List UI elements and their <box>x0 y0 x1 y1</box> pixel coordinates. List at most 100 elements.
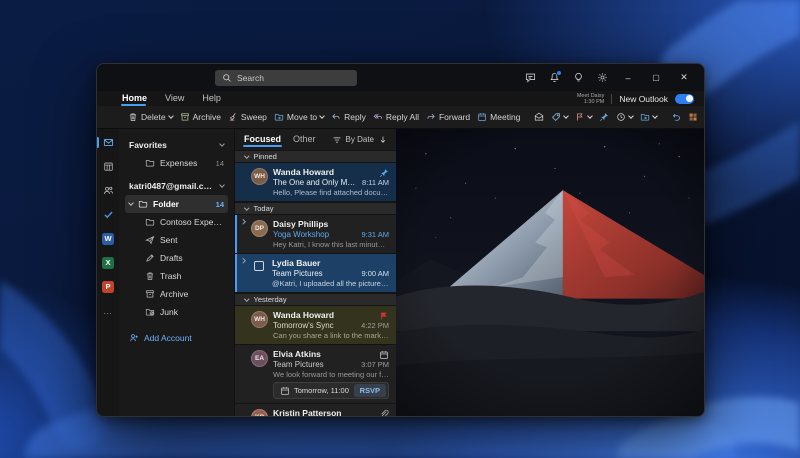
chevron-right-icon <box>240 258 245 263</box>
person-add-icon <box>129 333 139 343</box>
sweep-button[interactable]: Sweep <box>228 112 267 122</box>
folder-icon <box>138 199 148 209</box>
folder-item-junk[interactable]: Junk <box>125 303 228 321</box>
read-unread-button[interactable] <box>534 112 544 122</box>
mail-open-icon <box>534 112 544 122</box>
sender-name: Kristin Patterson <box>273 408 389 416</box>
rules-button[interactable] <box>640 112 657 122</box>
message-row-kristin[interactable]: KP Kristin Patterson <box>235 404 396 416</box>
folder-item-folder[interactable]: Folder 14 <box>125 195 228 213</box>
snooze-button[interactable] <box>616 112 633 122</box>
mountain-image <box>396 129 704 416</box>
rail-item-calendar[interactable] <box>100 159 116 174</box>
rail-item-excel[interactable]: X <box>100 255 116 270</box>
search-input[interactable]: Search <box>215 70 357 86</box>
meeting-time: Tomorrow, 11:00 AM (30m) <box>294 386 350 395</box>
folder-pane: Favorites Expenses 14 katri0487@gmail.co… <box>119 129 234 416</box>
content-area: W X P … Favorites Expenses 14 katri0487@… <box>97 129 704 416</box>
flag-button[interactable] <box>575 112 592 122</box>
tab-help[interactable]: Help <box>201 92 222 106</box>
people-icon <box>103 185 114 196</box>
new-outlook-label: New Outlook <box>619 94 668 104</box>
message-row-lydia[interactable]: Lydia Bauer Team Pictures9:00 AM @Katri,… <box>235 254 396 293</box>
sort-control[interactable]: By Date <box>332 135 388 145</box>
rail-item-todo[interactable] <box>100 207 116 222</box>
message-row-wanda-flagged[interactable]: WH Wanda Howard Tomorrow's Sync4:22 PM C… <box>235 306 396 345</box>
message-checkbox[interactable] <box>254 261 264 271</box>
folder-item-sent[interactable]: Sent <box>125 231 228 249</box>
avatar: WH <box>251 311 268 328</box>
tab-home[interactable]: Home <box>121 92 148 106</box>
reply-button[interactable]: Reply <box>331 112 366 122</box>
folder-item-expenses[interactable]: Expenses 14 <box>125 154 228 172</box>
filter-icon <box>332 135 342 145</box>
reply-icon <box>331 112 341 122</box>
message-row-daisy[interactable]: DP Daisy Phillips Yoga Workshop9:31 AM H… <box>235 215 396 254</box>
rail-item-word[interactable]: W <box>100 231 116 246</box>
add-account-button[interactable]: Add Account <box>125 329 228 347</box>
chevron-down-icon <box>244 153 249 158</box>
section-pinned[interactable]: Pinned <box>235 150 396 163</box>
new-outlook-toggle[interactable] <box>675 94 694 104</box>
message-row-elvia[interactable]: EA Elvia Atkins Team Pictures3:07 PM We … <box>235 345 396 404</box>
undo-button[interactable] <box>671 112 681 122</box>
send-icon <box>145 235 155 245</box>
clock-icon <box>616 112 626 122</box>
section-today[interactable]: Today <box>235 202 396 215</box>
tab-view[interactable]: View <box>164 92 185 106</box>
folder-item-contoso-expenses[interactable]: Contoso Expenses <box>125 213 228 231</box>
sender-name: Elvia Atkins <box>273 349 389 359</box>
subject: Team Pictures <box>273 360 357 369</box>
meeting-button[interactable]: Meeting <box>477 112 520 122</box>
minimize-button[interactable]: – <box>616 69 640 87</box>
unread-count: 14 <box>216 159 224 168</box>
undo-icon <box>671 112 681 122</box>
chat-icon <box>525 72 536 83</box>
folder-item-trash[interactable]: Trash <box>125 267 228 285</box>
folder-item-archive[interactable]: Archive <box>125 285 228 303</box>
sort-down-icon <box>378 135 388 145</box>
forward-button[interactable]: Forward <box>426 112 470 122</box>
archive-button[interactable]: Archive <box>180 112 221 122</box>
calendar-icon <box>477 112 487 122</box>
chevron-down-icon <box>244 205 249 210</box>
rail-item-people[interactable] <box>100 183 116 198</box>
maximize-button[interactable]: ▢ <box>644 69 668 87</box>
folder-move-icon <box>274 112 284 122</box>
notifications-button[interactable] <box>544 69 564 87</box>
whats-new-button[interactable] <box>568 69 588 87</box>
preview: We look forward to meeting our fall int <box>273 370 389 379</box>
rsvp-button[interactable]: RSVP <box>354 384 386 397</box>
rail-item-powerpoint[interactable]: P <box>100 279 116 294</box>
powerpoint-icon: P <box>102 281 114 293</box>
delete-button[interactable]: Delete <box>128 112 173 122</box>
reply-all-button[interactable]: Reply All <box>373 112 419 122</box>
timestamp: 4:22 PM <box>361 321 389 330</box>
feedback-chat-button[interactable] <box>520 69 540 87</box>
trash-icon <box>128 112 138 122</box>
message-row-wanda-pinned[interactable]: WH Wanda Howard The One and Only Moon8:1… <box>235 163 396 202</box>
reply-all-icon <box>373 112 383 122</box>
outlook-window: Search – ▢ ✕ Home View Help Meet Daisy 1… <box>96 63 705 417</box>
avatar: WH <box>251 168 268 185</box>
categorize-button[interactable] <box>551 112 568 122</box>
subject: Tomorrow's Sync <box>273 321 357 330</box>
settings-button[interactable] <box>592 69 612 87</box>
word-icon: W <box>102 233 114 245</box>
pin-button[interactable] <box>599 112 609 122</box>
close-button[interactable]: ✕ <box>672 69 696 87</box>
archive-icon <box>180 112 190 122</box>
flag-icon <box>575 112 585 122</box>
favorites-header[interactable]: Favorites <box>125 136 228 154</box>
report-button[interactable] <box>688 112 698 122</box>
broom-icon <box>228 112 238 122</box>
tab-focused[interactable]: Focused <box>243 132 282 148</box>
rail-item-more-apps[interactable]: … <box>100 303 116 318</box>
tab-other[interactable]: Other <box>292 132 317 148</box>
rail-item-mail[interactable] <box>100 135 116 150</box>
account-header[interactable]: katri0487@gmail.com <box>125 177 228 195</box>
move-to-button[interactable]: Move to <box>274 112 324 122</box>
section-yesterday[interactable]: Yesterday <box>235 293 396 306</box>
tag-icon <box>551 112 561 122</box>
folder-item-drafts[interactable]: Drafts <box>125 249 228 267</box>
